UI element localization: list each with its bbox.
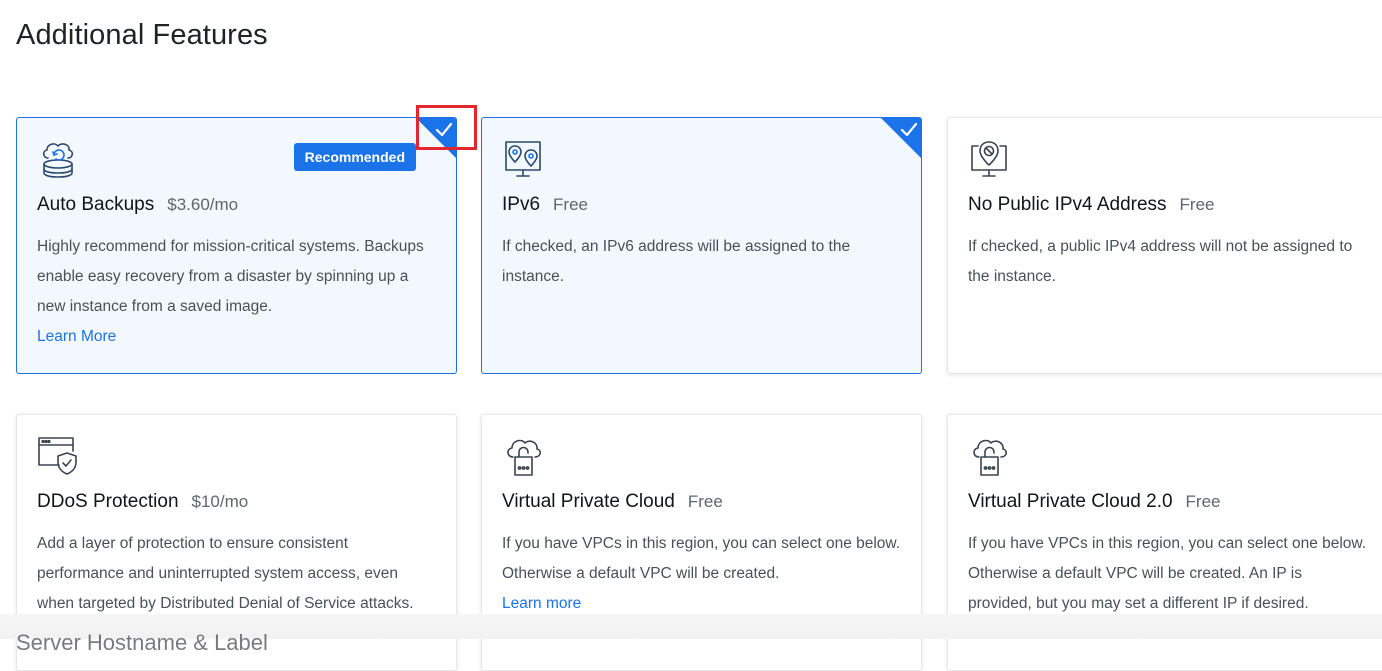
feature-card-no-public-ipv4[interactable]: No Public IPv4 Address Free If checked, a… (947, 117, 1382, 374)
learn-more-link[interactable]: Learn More (37, 322, 438, 352)
no-ipv4-icon (968, 138, 1010, 180)
feature-description: If checked, a public IPv4 address will n… (968, 238, 1353, 285)
next-section-title: Server Hostname & Label (16, 630, 268, 655)
shield-window-icon (37, 435, 79, 477)
feature-name: IPv6 (502, 194, 541, 215)
feature-name: Virtual Private Cloud (502, 491, 675, 512)
check-icon (435, 122, 453, 137)
feature-price: Free (1179, 195, 1215, 214)
feature-description: If you have VPCs in this region, you can… (968, 535, 1367, 612)
feature-price: $10/mo (191, 492, 249, 511)
cloud-lock-icon (502, 435, 544, 477)
feature-description: Highly recommend for mission-critical sy… (37, 238, 424, 315)
feature-price: Free (553, 195, 588, 214)
feature-price: Free (687, 492, 723, 511)
feature-price: Free (1185, 492, 1221, 511)
feature-description: Add a layer of protection to ensure cons… (37, 535, 414, 612)
feature-description: If checked, an IPv6 address will be assi… (502, 238, 851, 285)
feature-card-auto-backups[interactable]: Recommended Auto Backups $3.60/mo Highly … (16, 117, 457, 374)
feature-card-ipv6[interactable]: IPv6 Free If checked, an IPv6 address wil… (481, 117, 922, 374)
check-icon (900, 122, 918, 137)
backup-icon (37, 138, 79, 180)
feature-name: Auto Backups (37, 194, 155, 215)
feature-description: If you have VPCs in this region, you can… (502, 535, 901, 582)
feature-name: DDoS Protection (37, 491, 179, 512)
section-title: Additional Features (16, 19, 268, 51)
feature-name: Virtual Private Cloud 2.0 (968, 491, 1173, 512)
recommended-badge: Recommended (293, 143, 416, 171)
feature-name: No Public IPv4 Address (968, 194, 1167, 215)
ipv6-location-icon (502, 138, 544, 180)
cloud-lock-icon (968, 435, 1010, 477)
feature-price: $3.60/mo (167, 195, 239, 214)
